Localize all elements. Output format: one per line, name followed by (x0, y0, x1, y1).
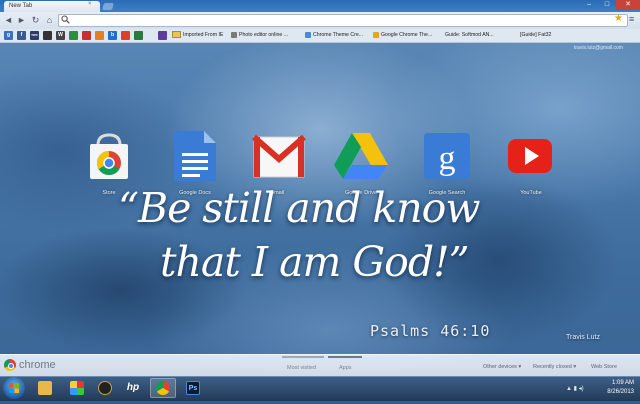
chrome-brand: chrome (19, 359, 56, 371)
youtube-icon (508, 139, 552, 173)
recently-closed-menu[interactable]: Recently closed ▾ (533, 364, 576, 370)
bookmark-photo-editor[interactable]: Photo editor online ... (231, 30, 288, 41)
bookmark-favicon-10[interactable] (134, 31, 143, 40)
bookmark-favicon-8[interactable]: b (108, 31, 117, 40)
folder-icon (172, 31, 181, 39)
app-google-search[interactable]: g (424, 131, 474, 179)
bookmark-guide-softmod[interactable]: Guide: Softmod AN... (445, 30, 494, 41)
bookmark-chrome-theme-creator[interactable]: Chrome Theme Cre... (305, 30, 363, 41)
drive-icon (334, 133, 388, 179)
svg-text:g: g (439, 140, 456, 177)
tab-title: New Tab (9, 3, 33, 9)
search-icon (61, 15, 71, 25)
apps-indicator (328, 356, 362, 358)
bookmark-guide-fat32[interactable]: [Guide] Fat32 (520, 30, 551, 41)
bookmark-favicon-2[interactable]: TWC (30, 31, 39, 40)
forward-button[interactable]: ► (16, 15, 27, 26)
home-button[interactable]: ⌂ (44, 15, 55, 26)
minimize-button[interactable]: – (580, 0, 598, 10)
theme-author: Travis Lutz (566, 334, 600, 341)
quote-reference: Psalms 46:10 (370, 322, 491, 340)
windows-logo-icon (9, 383, 19, 393)
chrome-icon (156, 381, 170, 395)
bookmark-favicon-5[interactable] (69, 31, 78, 40)
photoshop-icon: Ps (186, 381, 200, 395)
app-gmail[interactable] (252, 131, 306, 179)
user-email[interactable]: travis.lutz@gmail.com (574, 45, 623, 51)
google-search-icon: g (424, 133, 470, 179)
app-youtube[interactable] (506, 131, 556, 179)
app-google-drive[interactable] (334, 131, 388, 179)
clock-time[interactable]: 1:09 AM (602, 380, 634, 386)
chrome-logo-center (8, 363, 14, 369)
bookmark-favicon-6[interactable] (82, 31, 91, 40)
start-button[interactable] (3, 377, 25, 399)
most-visited-indicator (282, 356, 324, 358)
tray-icons[interactable]: ▲ ▮ ◂) (566, 385, 584, 392)
quote-line-2: that I am God!” (160, 238, 470, 286)
web-store-link[interactable]: Web Store (591, 364, 617, 370)
close-button[interactable]: ✕ (616, 0, 640, 10)
quote-line-1: “Be still and know (118, 184, 480, 232)
app-google-docs[interactable] (170, 131, 220, 181)
clock-date[interactable]: 8/26/2013 (598, 389, 634, 395)
bookmark-favicon-9[interactable] (121, 31, 130, 40)
bookmark-favicon-0[interactable]: g (4, 31, 13, 40)
bookmark-favicon-3[interactable] (43, 31, 52, 40)
reload-button[interactable]: ↻ (30, 15, 41, 26)
media-icon (70, 381, 84, 395)
app-label-youtube: YouTube (520, 190, 542, 196)
bookmark-star-icon[interactable]: ★ (614, 13, 623, 24)
menu-icon[interactable]: ≡ (629, 14, 634, 24)
player-icon (98, 381, 112, 395)
tab-close-icon[interactable]: × (88, 1, 92, 7)
bookmark-favicon-1[interactable]: f (17, 31, 26, 40)
chrome-themes-icon (373, 31, 379, 38)
maximize-button[interactable]: □ (598, 0, 616, 10)
back-button[interactable]: ◄ (3, 15, 14, 26)
bookmark-google-chrome-themes[interactable]: Google Chrome The... (373, 30, 432, 41)
tab-most-visited[interactable]: Most visited (287, 365, 316, 371)
address-bar[interactable] (58, 14, 628, 27)
other-devices-menu[interactable]: Other devices ▾ (483, 364, 521, 370)
gmail-icon (252, 134, 306, 178)
bookmark-favicon-11[interactable] (158, 31, 167, 40)
docs-icon (174, 131, 216, 181)
store-icon (90, 133, 128, 179)
app-store[interactable] (84, 131, 134, 179)
bookmark-imported-from-ie[interactable]: Imported From IE (172, 30, 223, 41)
theme-creator-icon (305, 31, 311, 38)
bookmark-favicon-7[interactable] (95, 31, 104, 40)
tab-apps[interactable]: Apps (339, 365, 352, 371)
photo-editor-icon (231, 31, 237, 38)
bookmark-favicon-4[interactable]: W (56, 31, 65, 40)
folder-icon (38, 381, 52, 395)
hp-icon: hp (126, 382, 140, 393)
tab-new-tab[interactable]: New Tab (4, 1, 100, 12)
